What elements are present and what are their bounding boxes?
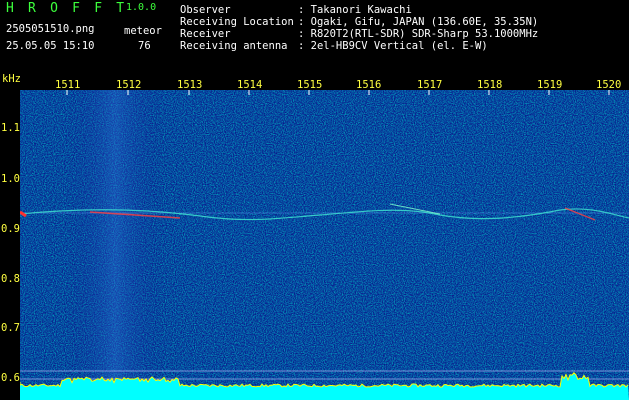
location-label: Receiving Location [180, 16, 294, 28]
spectrogram-canvas [20, 90, 629, 400]
y-tick-label: 0.7 [1, 322, 20, 334]
y-tick-label: 0.6 [1, 372, 20, 384]
y-tick-label: 1.1 [1, 122, 20, 134]
receiver-value: : R820T2(RTL-SDR) SDR-Sharp 53.1000MHz [298, 28, 539, 40]
app-title: H R O F F T [6, 1, 128, 16]
header-panel: H R O F F T 1.0.0 2505051510.png meteor … [0, 0, 629, 84]
y-axis-unit: kHz [2, 73, 21, 85]
y-tick-label: 0.9 [1, 223, 20, 235]
y-tick-label: 0.8 [1, 273, 20, 285]
meteor-count: 76 [138, 40, 151, 52]
noise-band [65, 90, 165, 400]
meteor-label: meteor [124, 25, 162, 37]
antenna-value: : 2el-HB9CV Vertical (el. E-W) [298, 40, 488, 52]
date-time: 25.05.05 15:10 [6, 40, 95, 52]
y-tick-label: 1.0 [1, 173, 20, 185]
observer-label: Observer [180, 4, 231, 16]
file-name: 2505051510.png [6, 23, 95, 35]
receiver-label: Receiver [180, 28, 231, 40]
spectrogram-plot [20, 90, 629, 400]
location-value: : Ogaki, Gifu, JAPAN (136.60E, 35.35N) [298, 16, 539, 28]
app-version: 1.0.0 [126, 2, 157, 13]
antenna-label: Receiving antenna [180, 40, 288, 52]
observer-value: : Takanori Kawachi [298, 4, 412, 16]
